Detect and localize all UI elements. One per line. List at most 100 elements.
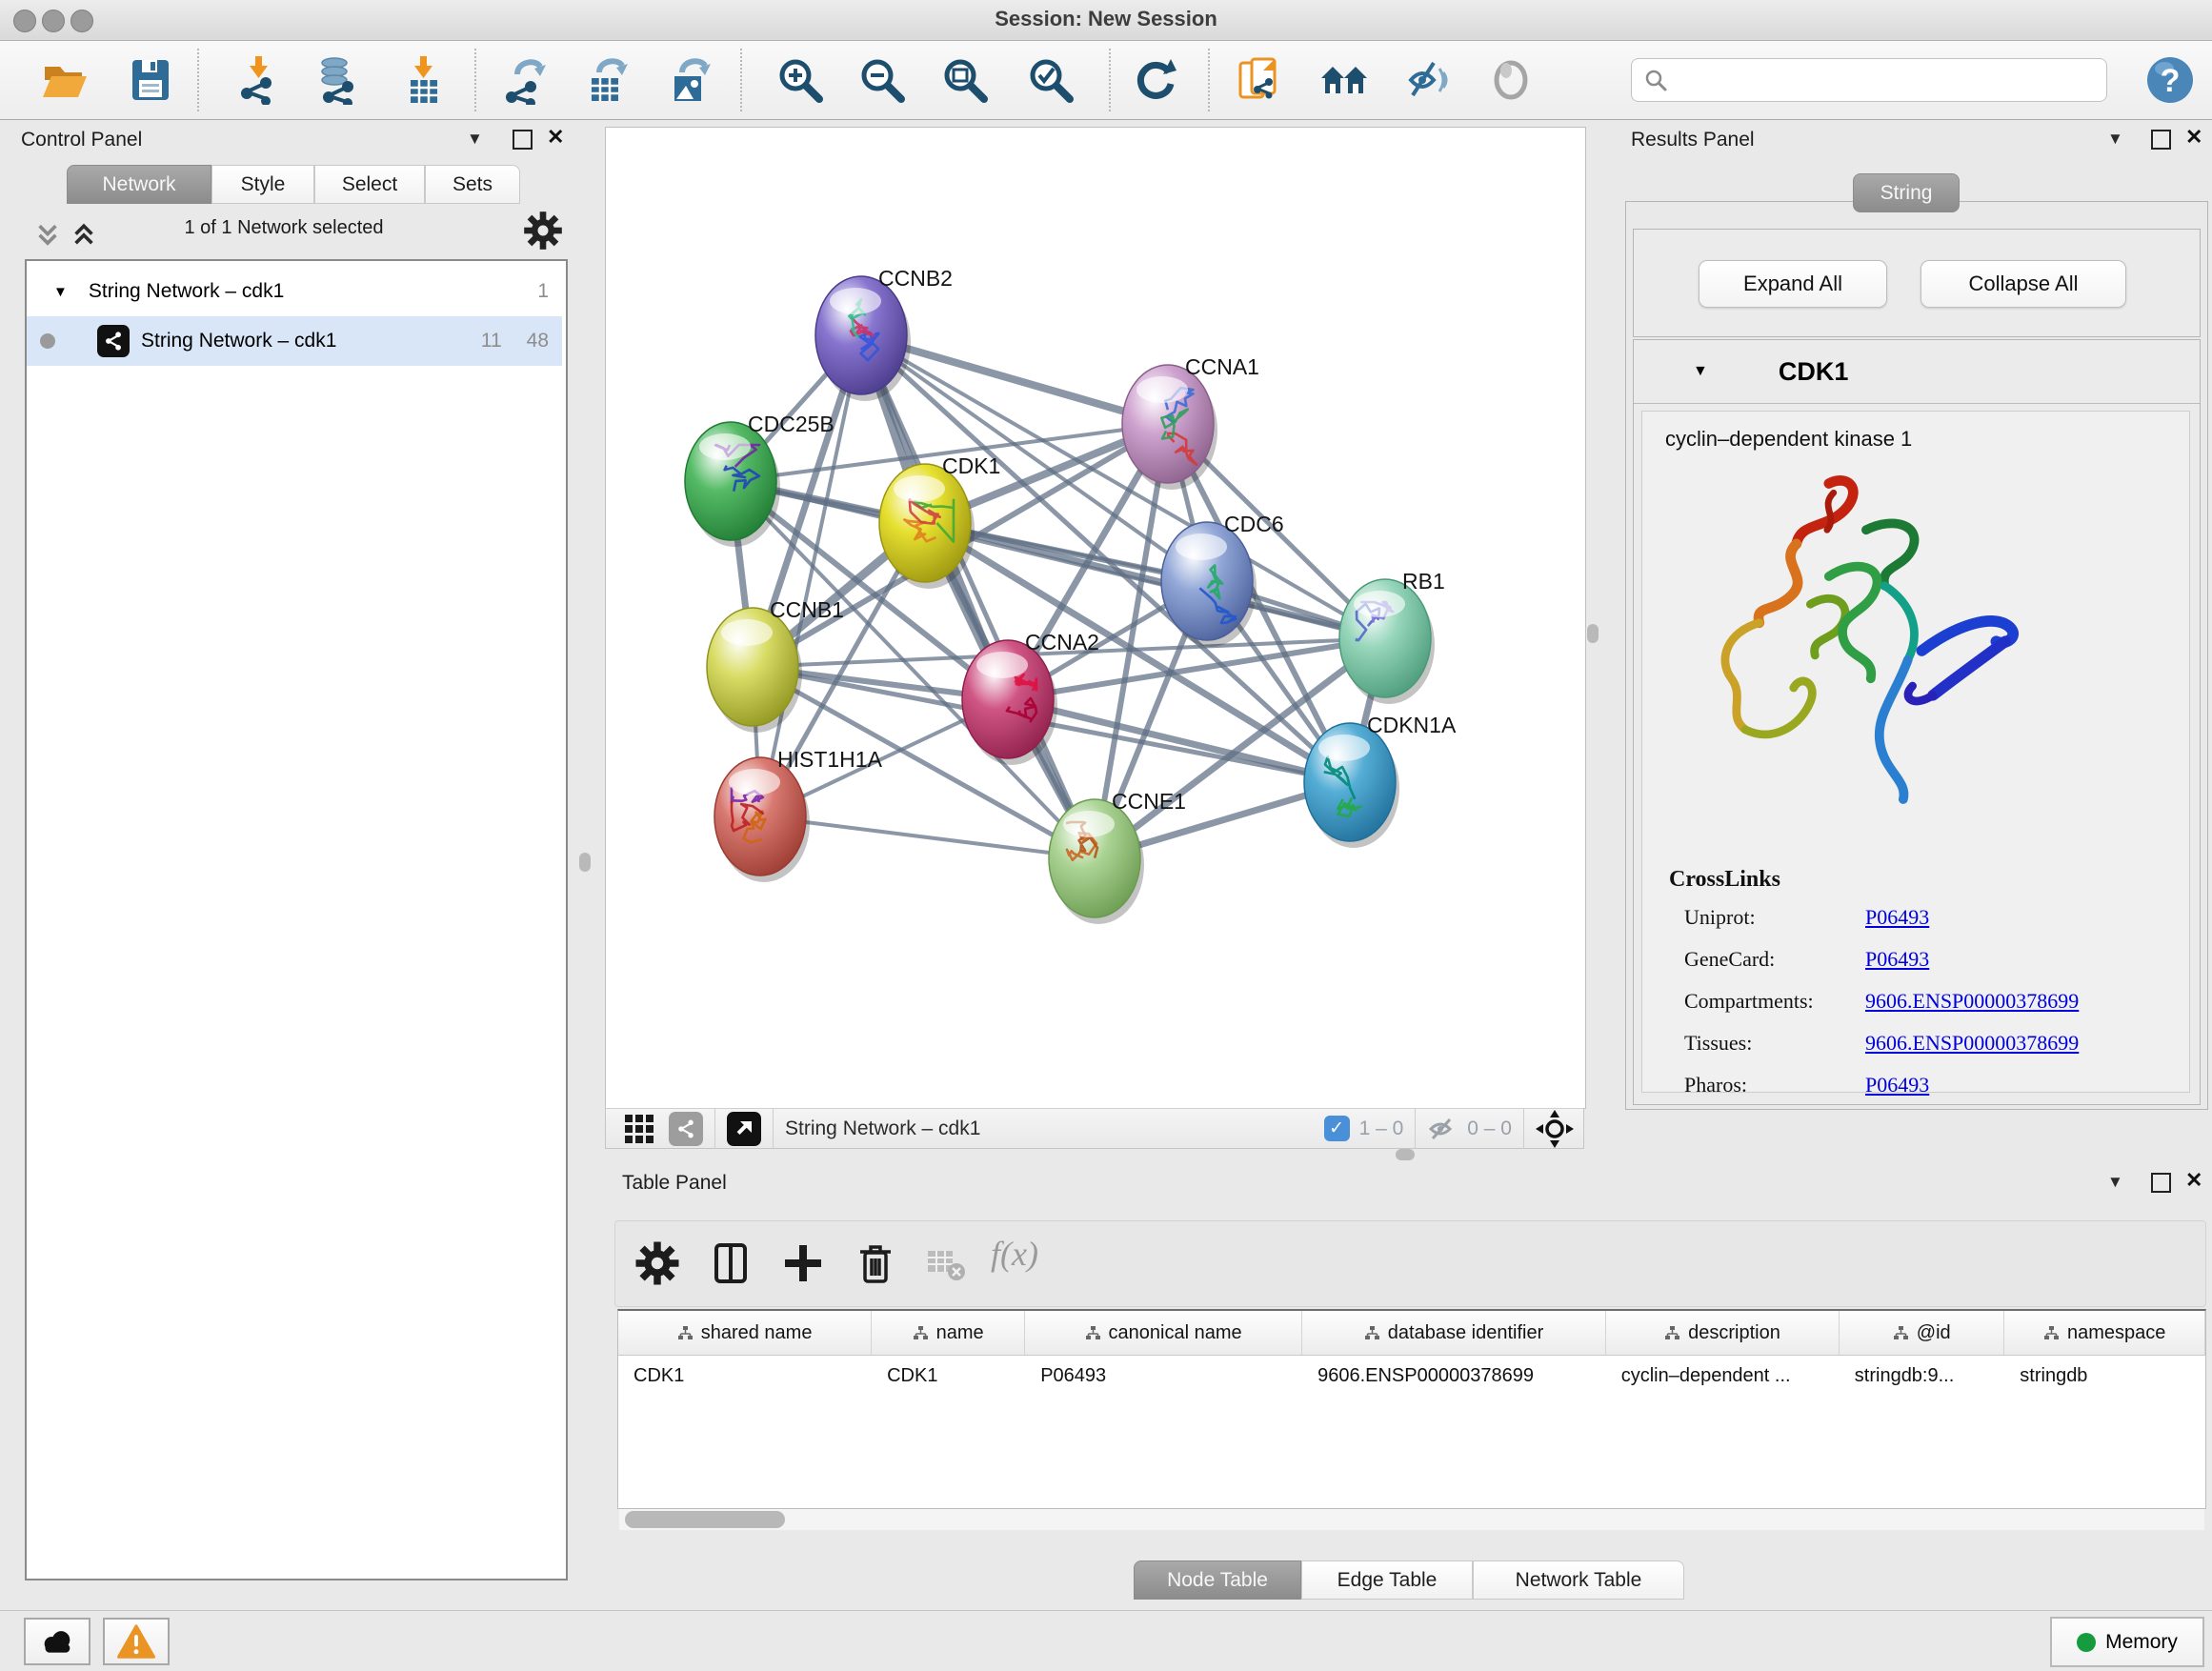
column-header-@id[interactable]: @id bbox=[1840, 1311, 2004, 1355]
column-header-shared-name[interactable]: shared name bbox=[618, 1311, 872, 1355]
fit-content-crosshair-icon[interactable] bbox=[1536, 1110, 1574, 1148]
tab-network-table[interactable]: Network Table bbox=[1473, 1560, 1684, 1600]
node-CCNA2[interactable]: CCNA2 bbox=[962, 630, 1099, 765]
node-CCNA1[interactable]: CCNA1 bbox=[1122, 354, 1259, 490]
grid-view-icon[interactable] bbox=[623, 1113, 655, 1145]
import-network-file-icon[interactable] bbox=[233, 55, 283, 105]
export-image-icon[interactable] bbox=[665, 55, 714, 105]
column-header-database-identifier[interactable]: database identifier bbox=[1302, 1311, 1606, 1355]
help-icon[interactable]: ? bbox=[2145, 55, 2195, 105]
zoom-out-icon[interactable] bbox=[857, 55, 907, 105]
table-panel-menu-icon[interactable]: ▼ bbox=[2107, 1173, 2123, 1192]
import-table-file-icon[interactable] bbox=[398, 55, 448, 105]
results-panel-float-icon[interactable] bbox=[2151, 130, 2171, 150]
delete-table-icon[interactable] bbox=[922, 1239, 970, 1287]
column-header-namespace[interactable]: namespace bbox=[2004, 1311, 2205, 1355]
node-CDC6[interactable]: CDC6 bbox=[1161, 512, 1284, 647]
node-RB1[interactable]: RB1 bbox=[1339, 569, 1445, 704]
protein-section-header[interactable]: ▼ CDK1 bbox=[1634, 340, 2200, 404]
show-all-icon[interactable] bbox=[1486, 55, 1536, 105]
edge-CCNB2-HIST1H1A[interactable] bbox=[760, 335, 861, 816]
export-network-icon[interactable] bbox=[500, 55, 550, 105]
save-session-icon[interactable] bbox=[126, 55, 175, 105]
network-status-dot bbox=[40, 333, 55, 349]
zoom-in-icon[interactable] bbox=[775, 55, 825, 105]
show-columns-icon[interactable] bbox=[707, 1239, 754, 1287]
table-panel-float-icon[interactable] bbox=[2151, 1173, 2171, 1193]
zoom-fit-icon[interactable] bbox=[940, 55, 990, 105]
node-HIST1H1A[interactable]: HIST1H1A bbox=[714, 747, 883, 882]
crosslink-value-link[interactable]: P06493 bbox=[1865, 1073, 1929, 1097]
column-header-name[interactable]: name bbox=[872, 1311, 1025, 1355]
open-session-icon[interactable] bbox=[40, 55, 90, 105]
table-hscrollbar[interactable] bbox=[619, 1509, 2204, 1530]
tree-expand-icon[interactable]: ▼ bbox=[53, 284, 68, 300]
crosslink-value-link[interactable]: 9606.ENSP00000378699 bbox=[1865, 989, 2079, 1014]
tab-style[interactable]: Style bbox=[211, 165, 314, 204]
birds-eye-view-icon[interactable] bbox=[727, 1112, 761, 1146]
function-builder-icon[interactable]: f(x) bbox=[991, 1234, 1038, 1274]
network-canvas[interactable]: CCNB2CCNA1CDC25BCDK1CDC6RB1CCNB1CCNA2CDK… bbox=[605, 127, 1586, 1109]
warning-status-button[interactable] bbox=[103, 1618, 170, 1665]
tab-node-table[interactable]: Node Table bbox=[1134, 1560, 1301, 1600]
table-cell: 9606.ENSP00000378699 bbox=[1302, 1356, 1606, 1396]
expand-all-button[interactable]: Expand All bbox=[1699, 260, 1887, 308]
import-network-database-icon[interactable] bbox=[313, 55, 363, 105]
collapse-all-button[interactable]: Collapse All bbox=[1920, 260, 2126, 308]
selected-checkbox-icon[interactable]: ✓ bbox=[1324, 1116, 1350, 1141]
node-CCNE1[interactable]: CCNE1 bbox=[1049, 789, 1186, 924]
search-field[interactable] bbox=[1631, 58, 2107, 102]
node-CDKN1A[interactable]: CDKN1A bbox=[1304, 713, 1457, 848]
column-header-canonical-name[interactable]: canonical name bbox=[1025, 1311, 1302, 1355]
hidden-eye-icon[interactable] bbox=[1427, 1117, 1458, 1141]
section-collapse-icon[interactable]: ▼ bbox=[1693, 363, 1708, 380]
memory-button[interactable]: Memory bbox=[2050, 1617, 2204, 1667]
clone-network-icon[interactable] bbox=[1235, 55, 1284, 105]
results-panel-close-icon[interactable]: ✕ bbox=[2185, 125, 2202, 150]
warning-icon bbox=[117, 1624, 155, 1659]
tab-edge-table[interactable]: Edge Table bbox=[1301, 1560, 1473, 1600]
tab-network[interactable]: Network bbox=[67, 165, 211, 204]
delete-column-trash-icon[interactable] bbox=[852, 1239, 899, 1287]
network-collection-label: String Network – cdk1 bbox=[89, 280, 284, 303]
edge-CDK1-RB1[interactable] bbox=[925, 523, 1385, 638]
left-splitter-handle[interactable] bbox=[579, 853, 591, 872]
toolbar-separator bbox=[773, 1108, 774, 1149]
crosslink-value-link[interactable]: P06493 bbox=[1865, 947, 1929, 972]
control-panel-float-icon[interactable] bbox=[513, 130, 533, 150]
expand-all-icon[interactable] bbox=[67, 219, 101, 248]
table-row[interactable]: CDK1CDK1P064939606.ENSP00000378699cyclin… bbox=[618, 1356, 2205, 1396]
refresh-icon[interactable] bbox=[1131, 55, 1180, 105]
tab-string[interactable]: String bbox=[1853, 173, 1960, 212]
table-cell: CDK1 bbox=[618, 1356, 872, 1396]
export-table-icon[interactable] bbox=[582, 55, 632, 105]
cloud-status-button[interactable] bbox=[24, 1618, 90, 1665]
collapse-all-icon[interactable] bbox=[30, 219, 65, 248]
network-collection-row[interactable]: ▼ String Network – cdk1 1 bbox=[27, 267, 562, 316]
crosslink-value-link[interactable]: P06493 bbox=[1865, 905, 1929, 930]
control-panel-menu-icon[interactable]: ▼ bbox=[467, 130, 483, 149]
application-window: Session: New Session bbox=[0, 0, 2212, 1671]
edge-HIST1H1A-CCNE1[interactable] bbox=[760, 816, 1095, 858]
tab-select[interactable]: Select bbox=[314, 165, 425, 204]
node-CCNB2[interactable]: CCNB2 bbox=[815, 266, 953, 401]
edge-CCNB2-CCNE1[interactable] bbox=[861, 335, 1095, 858]
network-row-selected[interactable]: String Network – cdk1 11 48 bbox=[27, 316, 562, 366]
first-neighbors-icon[interactable] bbox=[1319, 55, 1369, 105]
table-settings-gear-icon[interactable] bbox=[633, 1239, 681, 1287]
table-panel-close-icon[interactable]: ✕ bbox=[2185, 1168, 2202, 1193]
create-column-icon[interactable] bbox=[779, 1239, 827, 1287]
crosslink-value-link[interactable]: 9606.ENSP00000378699 bbox=[1865, 1031, 2079, 1056]
share-network-icon[interactable] bbox=[669, 1112, 703, 1146]
zoom-selected-icon[interactable] bbox=[1026, 55, 1076, 105]
right-splitter-handle[interactable] bbox=[1587, 624, 1599, 643]
control-panel-close-icon[interactable]: ✕ bbox=[547, 125, 564, 150]
table-hscrollbar-thumb[interactable] bbox=[625, 1511, 785, 1528]
crosslink-row: Pharos:P06493 bbox=[1684, 1073, 2180, 1097]
results-panel-menu-icon[interactable]: ▼ bbox=[2107, 130, 2123, 149]
network-options-gear-icon[interactable] bbox=[522, 210, 564, 252]
hide-selected-icon[interactable] bbox=[1403, 55, 1453, 105]
tab-sets[interactable]: Sets bbox=[425, 165, 520, 204]
node-CDK1[interactable]: CDK1 bbox=[879, 453, 1000, 589]
column-header-description[interactable]: description bbox=[1606, 1311, 1840, 1355]
